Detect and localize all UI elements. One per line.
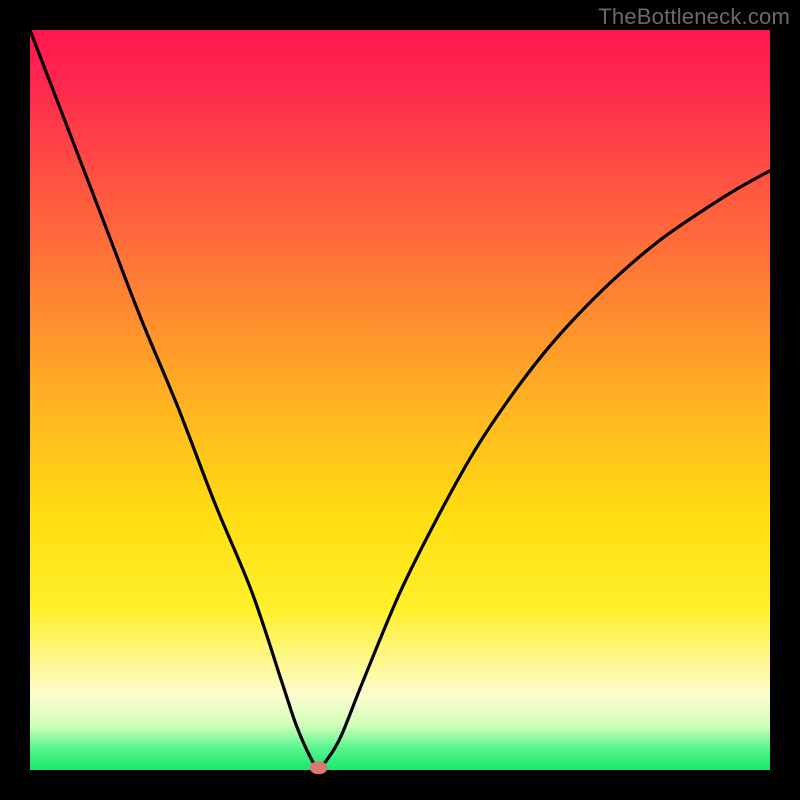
- chart-frame: TheBottleneck.com: [0, 0, 800, 800]
- watermark-text: TheBottleneck.com: [598, 4, 790, 30]
- plot-area: [30, 30, 770, 770]
- curve-svg: [30, 30, 770, 770]
- bottleneck-curve: [30, 30, 770, 768]
- optimal-marker: [310, 761, 328, 774]
